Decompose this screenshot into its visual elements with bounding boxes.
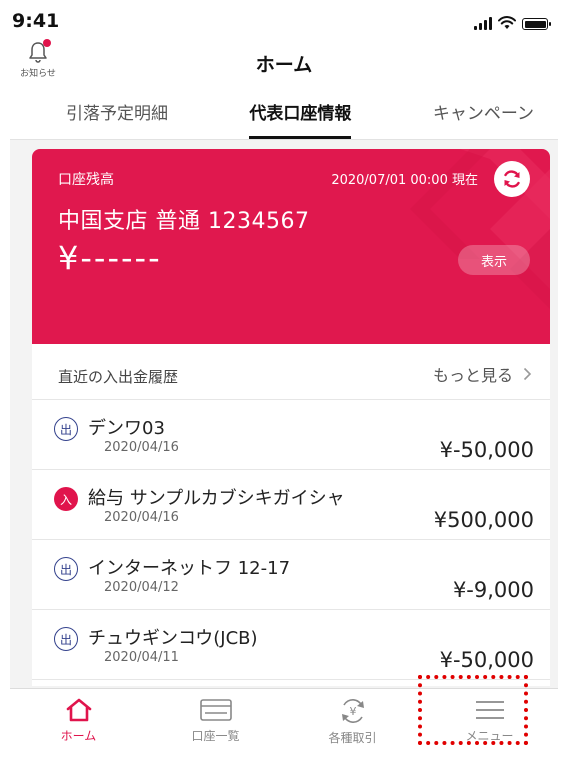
- transaction-name: デンワ03: [88, 418, 165, 439]
- card-icon: [199, 699, 232, 721]
- nav-transactions-label: 各種取引: [328, 731, 377, 745]
- transaction-row[interactable]: 入 給与 サンプルカブシキガイシャ 2020/04/16 ¥500,000: [32, 470, 550, 540]
- signal-icon: [474, 17, 492, 30]
- nav-accounts[interactable]: 口座一覧: [147, 689, 284, 750]
- balance-timestamp: 2020/07/01 00:00 現在: [331, 173, 478, 188]
- tab-debit-schedule[interactable]: 引落予定明細: [66, 89, 168, 139]
- app-header: お知らせ ホーム 引落予定明細 代表口座情報 キャンペーン: [10, 36, 558, 140]
- balance-amount: ¥------: [58, 239, 162, 277]
- transaction-amount: ¥500,000: [433, 508, 534, 532]
- page-title: ホーム: [255, 54, 313, 76]
- tab-campaign[interactable]: キャンペーン: [433, 89, 534, 139]
- balance-label: 口座残高: [58, 172, 114, 188]
- transaction-date: 2020/04/16: [104, 510, 179, 525]
- deposit-badge: 入: [54, 487, 78, 511]
- transaction-date: 2020/04/16: [104, 440, 179, 455]
- notification-dot: [43, 39, 51, 47]
- bottom-nav: ホーム 口座一覧 ¥ 各種取引 メニュー: [10, 688, 558, 750]
- transaction-amount: ¥-50,000: [439, 438, 534, 462]
- nav-home-label: ホーム: [60, 729, 97, 743]
- transaction-row[interactable]: 出 インターネットフ 12-17 2020/04/12 ¥-9,000: [32, 540, 550, 610]
- svg-text:¥: ¥: [349, 705, 356, 718]
- refresh-icon: [504, 170, 520, 188]
- transaction-name: 給与 サンプルカブシキガイシャ: [88, 488, 345, 509]
- history-header: 直近の入出金履歴 もっと見る: [32, 344, 550, 400]
- transaction-row[interactable]: 出 デンワ03 2020/04/16 ¥-50,000: [32, 400, 550, 470]
- app-screen: 9:41 お知らせ ホーム 引落予定明細 代表口座情報 キャンペーン 口座残高 …: [10, 8, 558, 750]
- transaction-name: インターネットフ 12-17: [88, 558, 291, 579]
- home-icon: [66, 698, 91, 722]
- transaction-row[interactable]: 出 チュウギンコウ(JCB) 2020/04/11 ¥-50,000: [32, 610, 550, 680]
- account-card: 口座残高 2020/07/01 00:00 現在 中国支店 普通 1234567…: [32, 149, 550, 344]
- menu-icon: [475, 701, 504, 719]
- nav-menu[interactable]: メニュー: [421, 689, 558, 750]
- tab-main-account[interactable]: 代表口座情報: [249, 89, 352, 139]
- battery-icon: [522, 18, 551, 30]
- refresh-button[interactable]: [494, 161, 530, 197]
- status-bar: 9:41: [10, 8, 558, 36]
- chevron-right-icon: [523, 367, 532, 381]
- withdrawal-badge: 出: [54, 557, 78, 581]
- see-more-label: もっと見る: [432, 366, 513, 385]
- nav-menu-label: メニュー: [465, 729, 514, 743]
- status-icons: [474, 16, 551, 30]
- transaction-date: 2020/04/12: [104, 580, 179, 595]
- transaction-name: チュウギンコウ(JCB): [88, 628, 258, 649]
- wifi-icon: [498, 16, 516, 29]
- nav-home[interactable]: ホーム: [10, 689, 147, 750]
- status-time: 9:41: [12, 10, 60, 32]
- nav-transactions[interactable]: ¥ 各種取引: [284, 689, 421, 750]
- nav-accounts-label: 口座一覧: [191, 729, 240, 743]
- transaction-history: 直近の入出金履歴 もっと見る 出 デンワ03 2020/04/16 ¥-50,0…: [32, 344, 550, 686]
- withdrawal-badge: 出: [54, 627, 78, 651]
- account-name: 中国支店 普通 1234567: [58, 209, 310, 234]
- transaction-date: 2020/04/11: [104, 650, 179, 665]
- transaction-amount: ¥-50,000: [439, 648, 534, 672]
- withdrawal-badge: 出: [54, 417, 78, 441]
- exchange-icon: ¥: [341, 699, 364, 723]
- transaction-amount: ¥-9,000: [452, 578, 534, 602]
- show-balance-button[interactable]: 表示: [458, 245, 530, 275]
- tab-bar: 引落予定明細 代表口座情報 キャンペーン: [10, 89, 558, 139]
- history-title: 直近の入出金履歴: [58, 368, 179, 386]
- see-more-link[interactable]: もっと見る: [433, 362, 532, 386]
